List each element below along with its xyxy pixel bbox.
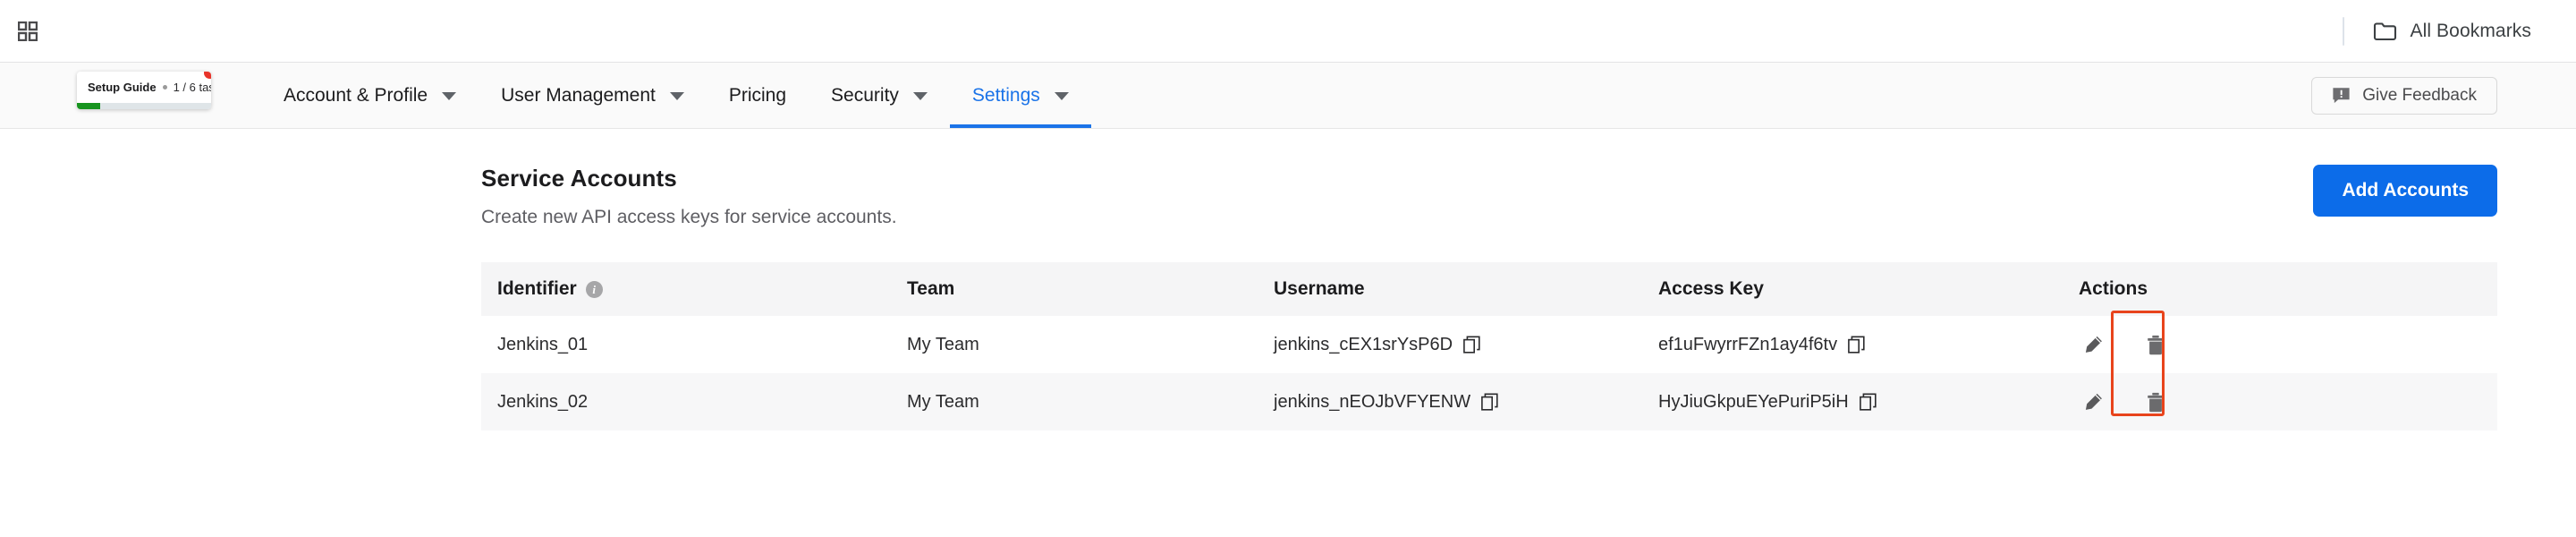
service-accounts-table: Identifier i Team Username	[481, 262, 2497, 430]
column-header-label: Actions	[2079, 278, 2148, 300]
chevron-down-icon[interactable]	[1055, 92, 1069, 100]
nav-item-label: User Management	[501, 85, 656, 107]
give-feedback-label: Give Feedback	[2362, 86, 2477, 106]
nav-item-user-management[interactable]: User Management	[479, 63, 707, 128]
copy-icon[interactable]	[1481, 393, 1499, 411]
column-header-label: Identifier	[497, 278, 577, 300]
edit-icon	[2083, 335, 2104, 355]
add-accounts-button[interactable]: Add Accounts	[2313, 165, 2497, 217]
access-key-value: ef1uFwyrrFZn1ay4f6tv	[1658, 335, 1837, 355]
apps-grid-icon[interactable]	[13, 16, 43, 47]
setup-guide-row: Setup Guide 1 / 6 tasks	[88, 81, 200, 103]
nav-right-actions: Give Feedback	[2311, 63, 2576, 128]
username-value: jenkins_nEOJbVFYENW	[1274, 392, 1470, 413]
nav-item-label: Account & Profile	[284, 85, 428, 107]
bookmarks-bar-right: All Bookmarks	[2343, 15, 2540, 47]
access-key-value: HyJiuGkpuEYePuriP5iH	[1658, 392, 1849, 413]
setup-guide-notification-badge	[204, 72, 211, 79]
cell-actions	[2064, 316, 2497, 373]
page-header: Service Accounts Create new API access k…	[481, 165, 2497, 228]
cell-username: jenkins_nEOJbVFYENW	[1259, 373, 1644, 430]
browser-bookmarks-bar: All Bookmarks	[0, 0, 2576, 63]
edit-button[interactable]	[2073, 382, 2113, 422]
setup-guide-task-count: 1 / 6 tasks	[174, 81, 211, 94]
edit-icon	[2083, 392, 2104, 413]
cell-identifier: Jenkins_01	[481, 316, 893, 373]
give-feedback-button[interactable]: Give Feedback	[2311, 77, 2497, 115]
column-header-label: Username	[1274, 278, 1365, 300]
page-subtitle: Create new API access keys for service a…	[481, 207, 897, 228]
bookmarks-divider	[2343, 17, 2344, 46]
setup-guide-separator-dot	[163, 85, 167, 90]
all-bookmarks-button[interactable]: All Bookmarks	[2364, 15, 2540, 47]
nav-item-label: Settings	[972, 85, 1040, 107]
delete-button[interactable]	[2136, 382, 2175, 422]
cell-username: jenkins_cEX1srYsP6D	[1259, 316, 1644, 373]
cell-team: My Team	[893, 316, 1259, 373]
service-accounts-table-wrap: Identifier i Team Username	[481, 262, 2497, 430]
copy-icon[interactable]	[1860, 393, 1877, 411]
page-title: Service Accounts	[481, 165, 897, 192]
delete-icon	[2146, 392, 2165, 413]
nav-item-account-profile[interactable]: Account & Profile	[261, 63, 479, 128]
chevron-down-icon[interactable]	[913, 92, 928, 100]
table-row[interactable]: Jenkins_02 My Team jenkins_nEOJbVFYENW	[481, 373, 2497, 430]
column-header-actions[interactable]: Actions	[2064, 262, 2497, 316]
copy-icon[interactable]	[1848, 336, 1866, 354]
cell-actions	[2064, 373, 2497, 430]
feedback-bubble-icon	[2332, 86, 2351, 105]
edit-button[interactable]	[2073, 325, 2113, 364]
nav-items: Account & Profile User Management Pricin…	[261, 63, 1091, 128]
chevron-down-icon[interactable]	[670, 92, 684, 100]
table-body: Jenkins_01 My Team jenkins_cEX1srYsP6D	[481, 316, 2497, 430]
setup-guide-progress-track	[77, 103, 211, 109]
column-header-label: Team	[907, 278, 954, 300]
setup-guide-title: Setup Guide	[88, 81, 157, 94]
cell-access-key: ef1uFwyrrFZn1ay4f6tv	[1644, 316, 2064, 373]
folder-icon	[2373, 21, 2397, 41]
column-header-username[interactable]: Username	[1259, 262, 1644, 316]
table-row[interactable]: Jenkins_01 My Team jenkins_cEX1srYsP6D	[481, 316, 2497, 373]
all-bookmarks-label: All Bookmarks	[2410, 21, 2531, 42]
nav-item-pricing[interactable]: Pricing	[707, 63, 809, 128]
setup-guide-card[interactable]: Setup Guide 1 / 6 tasks	[77, 72, 211, 109]
column-header-team[interactable]: Team	[893, 262, 1259, 316]
delete-button[interactable]	[2136, 325, 2175, 364]
table-header-row: Identifier i Team Username	[481, 262, 2497, 316]
nav-item-settings[interactable]: Settings	[950, 63, 1091, 128]
page-header-text: Service Accounts Create new API access k…	[481, 165, 897, 228]
app-navigation-bar: Setup Guide 1 / 6 tasks Account & Profil…	[0, 63, 2576, 129]
column-header-label: Access Key	[1658, 278, 1764, 300]
copy-icon[interactable]	[1463, 336, 1481, 354]
setup-guide-progress-fill	[77, 103, 100, 109]
delete-icon	[2146, 335, 2165, 355]
cell-access-key: HyJiuGkpuEYePuriP5iH	[1644, 373, 2064, 430]
nav-item-label: Security	[831, 85, 899, 107]
username-value: jenkins_cEX1srYsP6D	[1274, 335, 1453, 355]
chevron-down-icon[interactable]	[442, 92, 456, 100]
column-header-access-key[interactable]: Access Key	[1644, 262, 2064, 316]
info-icon[interactable]: i	[586, 281, 603, 298]
nav-item-label: Pricing	[729, 85, 786, 107]
cell-identifier: Jenkins_02	[481, 373, 893, 430]
main-content: Service Accounts Create new API access k…	[0, 129, 2576, 430]
table-header: Identifier i Team Username	[481, 262, 2497, 316]
cell-team: My Team	[893, 373, 1259, 430]
column-header-identifier[interactable]: Identifier i	[481, 262, 893, 316]
nav-item-security[interactable]: Security	[809, 63, 950, 128]
